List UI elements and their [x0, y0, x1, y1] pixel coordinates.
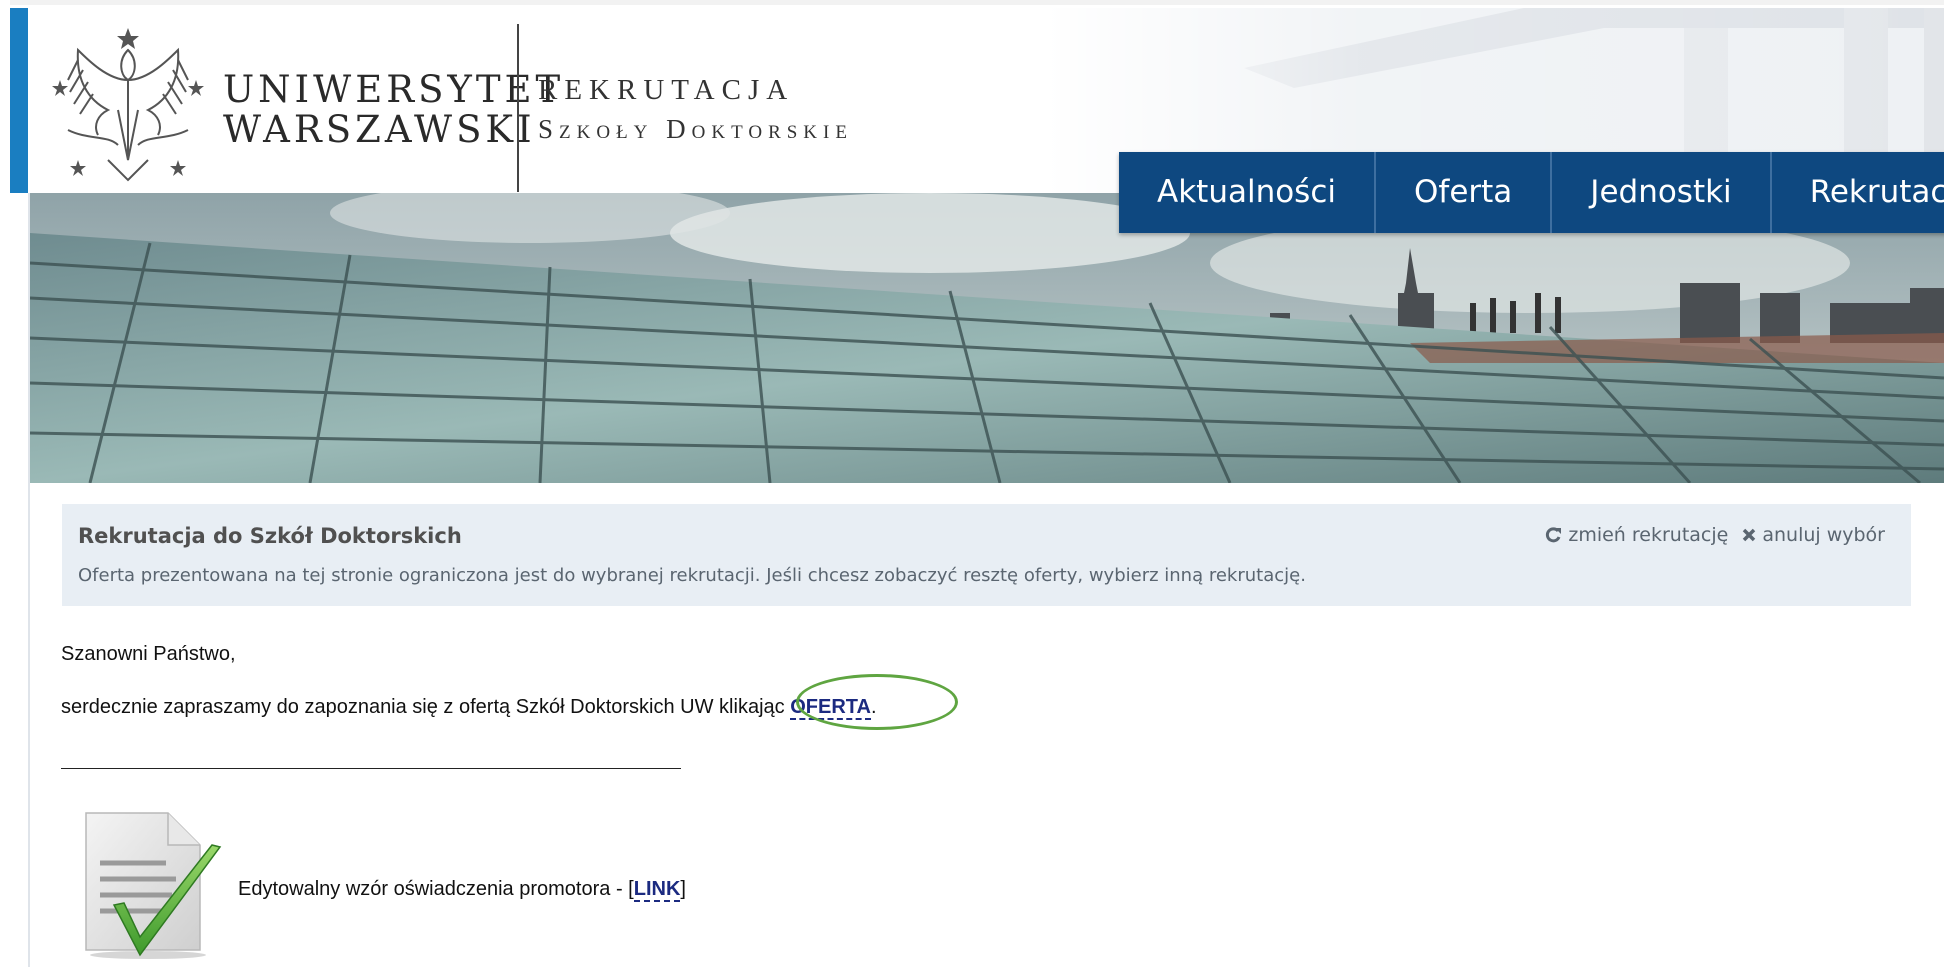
offer-link-highlight-annotation	[796, 674, 958, 730]
nav-item-jednostki[interactable]: Jednostki	[1552, 152, 1772, 233]
change-recruitment-label: zmień rekrutację	[1568, 524, 1729, 546]
link-bracket-open: [	[628, 878, 634, 900]
greeting-text: Szanowni Państwo,	[61, 643, 236, 665]
logo-link[interactable]: UNIWERSYTET WARSZAWSKI REKRUTACJA Szkoły…	[38, 14, 918, 193]
document-check-icon	[85, 812, 222, 959]
promoter-statement-link[interactable]: LINK	[633, 878, 681, 902]
recruitment-info-box: Rekrutacja do Szkół Doktorskich Oferta p…	[62, 504, 1911, 606]
section-subtitle: Szkoły Doktorskie	[538, 114, 853, 144]
cancel-selection-label: anuluj wybór	[1762, 524, 1885, 546]
university-name: UNIWERSYTET WARSZAWSKI	[223, 70, 564, 150]
section-title: REKRUTACJA	[538, 74, 795, 106]
refresh-icon	[1546, 527, 1562, 543]
link-bracket-close: ]	[680, 878, 686, 900]
content-separator	[61, 768, 681, 769]
invitation-text: serdecznie zapraszamy do zapoznania się …	[61, 696, 791, 718]
main-nav: Aktualności Oferta Jednostki Rekrutacja	[1119, 152, 1944, 233]
nav-item-rekrutacja[interactable]: Rekrutacja	[1772, 152, 1944, 233]
university-name-line1: UNIWERSYTET	[223, 68, 565, 111]
promoter-statement-paragraph: Edytowalny wzór oświadczenia promotora -…	[238, 878, 686, 902]
close-icon	[1743, 528, 1756, 542]
change-recruitment-button[interactable]: zmień rekrutację	[1544, 524, 1728, 546]
info-box-actions: zmień rekrutację anuluj wybór	[1544, 524, 1885, 546]
top-border	[0, 0, 1944, 5]
banner-image	[30, 193, 1944, 483]
info-box-title: Rekrutacja do Szkół Doktorskich	[78, 524, 462, 548]
page-gutter	[0, 0, 10, 967]
university-name-line2: WARSZAWSKI	[223, 108, 536, 151]
university-eagle-logo	[52, 28, 204, 182]
promoter-statement-text: Edytowalny wzór oświadczenia promotora -	[238, 878, 629, 900]
accent-stripe	[10, 8, 28, 193]
cancel-selection-button[interactable]: anuluj wybór	[1742, 524, 1885, 546]
info-box-description: Oferta prezentowana na tej stronie ogran…	[78, 565, 1306, 586]
nav-item-aktualnosci[interactable]: Aktualności	[1119, 152, 1376, 233]
logo-divider	[517, 24, 519, 192]
invitation-paragraph: serdecznie zapraszamy do zapoznania się …	[61, 696, 877, 720]
nav-item-oferta[interactable]: Oferta	[1376, 152, 1553, 233]
